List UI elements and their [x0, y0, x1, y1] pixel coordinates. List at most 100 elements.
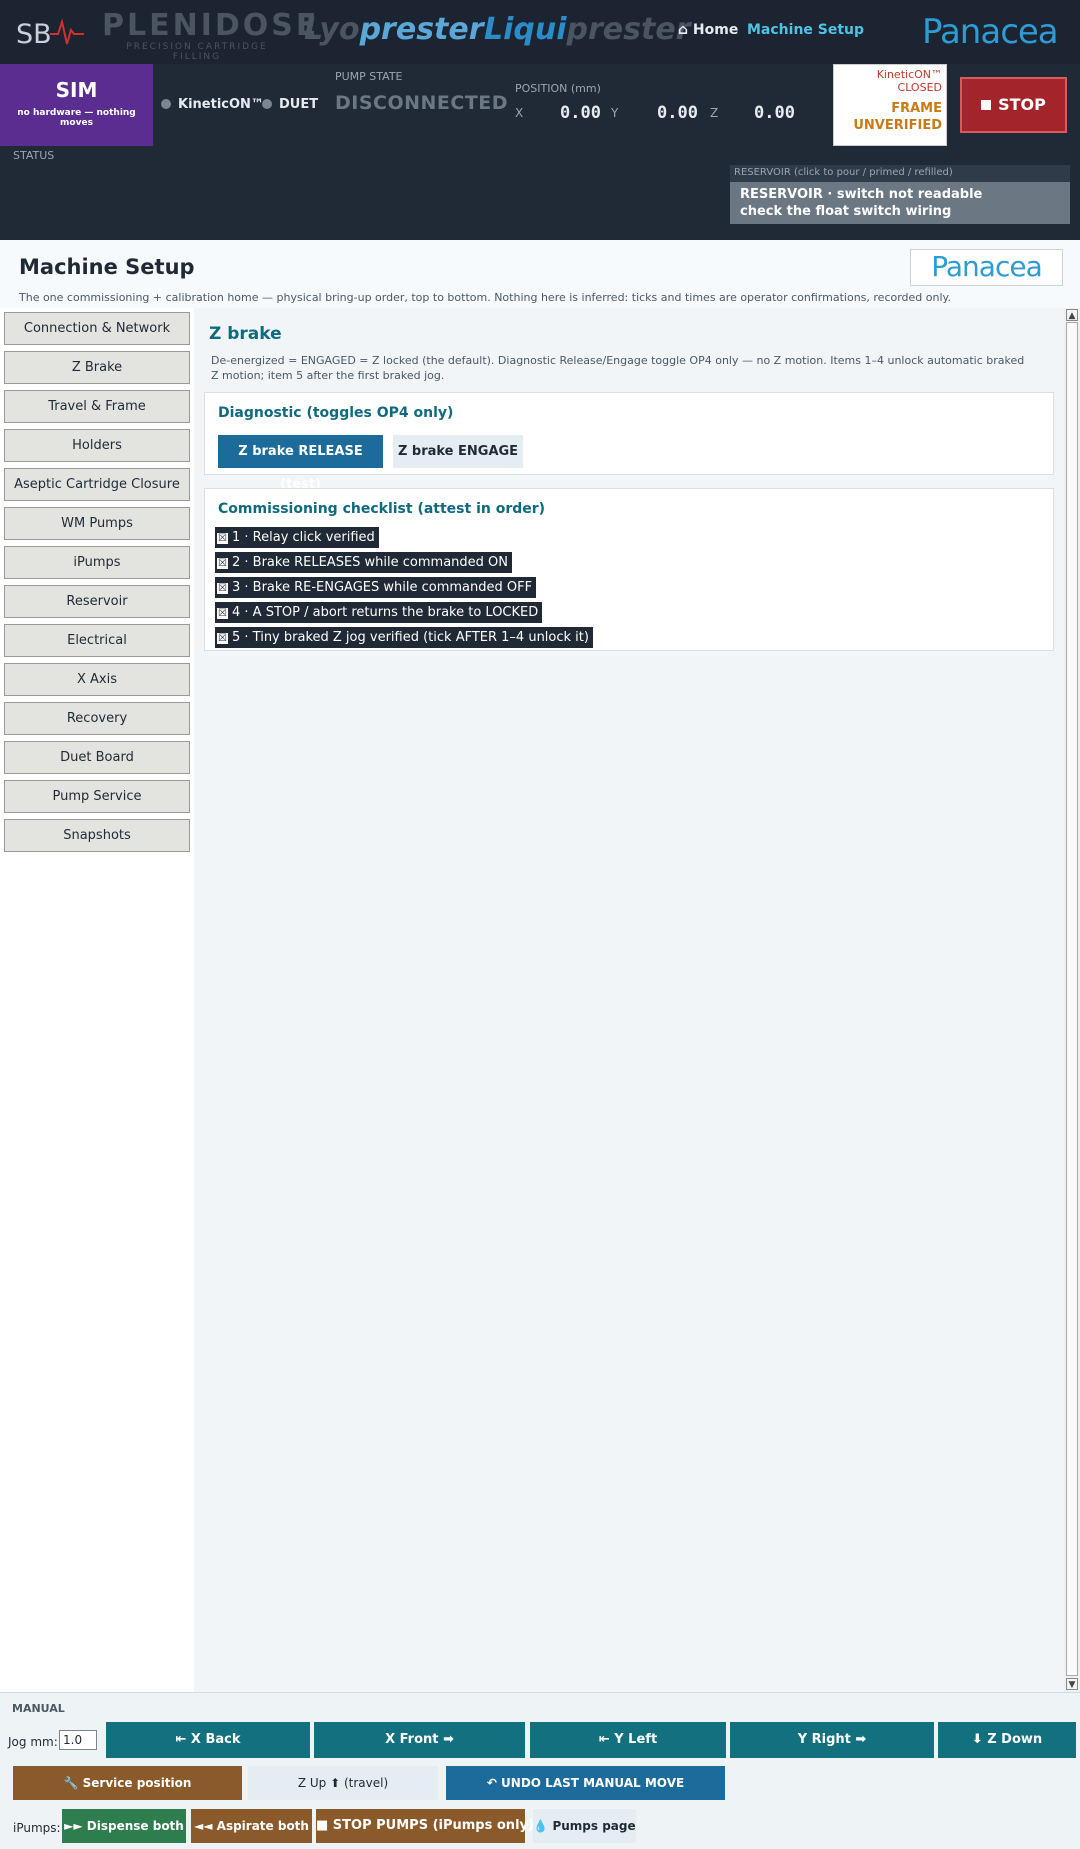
lyo-part: Lyo [304, 12, 360, 47]
position-label: POSITION (mm) [515, 82, 601, 95]
checklist-item-3[interactable]: ☒ 3 · Brake RE-ENGAGES while commanded OF… [215, 577, 537, 598]
diagnostic-title: Diagnostic (toggles OP4 only) [218, 405, 454, 421]
z-position-value: 0.00 [754, 103, 795, 123]
reservoir-line-2: check the float switch wiring [740, 204, 952, 219]
sidebar: Connection & Network Z Brake Travel & Fr… [0, 308, 194, 1692]
z-up-travel-button[interactable]: Z Up ⬆ (travel) [248, 1766, 438, 1800]
top-bar: SB PLENIDOSE PRECISION CARTRIDGE FILLING… [0, 0, 1080, 64]
kineticon-label: KineticON™ [178, 97, 264, 112]
status-band: SIM no hardware — nothing moves KineticO… [0, 64, 1080, 240]
sb-logo-icon: SB [16, 18, 84, 50]
x-back-button[interactable]: ⇤ X Back [106, 1722, 310, 1758]
checkbox-checked-icon: ☒ [217, 533, 228, 544]
pumps-page-button[interactable]: 💧 Pumps page [533, 1809, 636, 1843]
checklist-item-label: 4 · A STOP / abort returns the brake to … [232, 605, 539, 620]
nav-machine-setup-link[interactable]: Machine Setup [747, 22, 864, 38]
status-label: STATUS [13, 149, 55, 162]
page-description: The one commissioning + calibration home… [19, 291, 951, 304]
panacea-logo: Panacea [922, 12, 1059, 52]
jog-mm-label: Jog mm: [8, 1735, 58, 1749]
checklist-item-5[interactable]: ☒ 5 · Tiny braked Z jog verified (tick AF… [215, 627, 593, 648]
sidebar-item-pump-service[interactable]: Pump Service [4, 780, 190, 813]
sidebar-item-z-brake[interactable]: Z Brake [4, 351, 190, 384]
checklist-item-label: 2 · Brake RELEASES while commanded ON [232, 555, 508, 570]
z-down-button[interactable]: ⬇ Z Down [938, 1722, 1076, 1758]
plenidose-word: PLENIDOSE [102, 8, 320, 43]
kineticon-closed-text: KineticON™ CLOSED [876, 68, 942, 94]
reservoir-status-button[interactable]: RESERVOIR · switch not readable check th… [730, 182, 1070, 224]
duet-label: DUET [279, 97, 319, 112]
liqui-part: Liqui [484, 12, 567, 47]
reservoir-header: RESERVOIR (click to pour / primed / refi… [730, 165, 1070, 182]
plenidose-tagline: PRECISION CARTRIDGE FILLING [126, 42, 268, 62]
sidebar-item-electrical[interactable]: Electrical [4, 624, 190, 657]
y-right-button[interactable]: Y Right ➡ [730, 1722, 934, 1758]
y-position-value: 0.00 [657, 103, 698, 123]
sidebar-item-travel-frame[interactable]: Travel & Frame [4, 390, 190, 423]
manual-label: MANUAL [12, 1702, 65, 1715]
sidebar-item-wm-pumps[interactable]: WM Pumps [4, 507, 190, 540]
checklist-item-1[interactable]: ☒ 1 · Relay click verified [215, 527, 379, 548]
sidebar-item-holders[interactable]: Holders [4, 429, 190, 462]
sim-title: SIM [55, 78, 98, 102]
frame-text: FRAME [891, 101, 942, 116]
sb-logo-text: SB [16, 19, 52, 50]
sidebar-item-x-axis[interactable]: X Axis [4, 663, 190, 696]
x-position-value: 0.00 [560, 103, 601, 123]
sidebar-item-duet-board[interactable]: Duet Board [4, 741, 190, 774]
stop-button[interactable]: STOP [960, 77, 1067, 133]
kineticon-frame-status: KineticON™ CLOSED FRAME UNVERIFIED [833, 64, 947, 146]
pump-state-value: DISCONNECTED [335, 92, 509, 114]
sidebar-item-snapshots[interactable]: Snapshots [4, 819, 190, 852]
sidebar-item-recovery[interactable]: Recovery [4, 702, 190, 735]
z-brake-engage-button[interactable]: Z brake ENGAGE [393, 435, 523, 468]
unverified-text: UNVERIFIED [853, 118, 942, 133]
kineticon-status-dot-icon [161, 99, 171, 109]
sidebar-item-connection-network[interactable]: Connection & Network [4, 312, 190, 345]
x-front-button[interactable]: X Front ➡ [314, 1722, 525, 1758]
z-brake-release-button[interactable]: Z brake RELEASE (test) [218, 435, 383, 492]
scrollbar-thumb[interactable] [1066, 322, 1078, 1676]
sidebar-item-ipumps[interactable]: iPumps [4, 546, 190, 579]
checklist-item-2[interactable]: ☒ 2 · Brake RELEASES while commanded ON [215, 552, 512, 573]
panacea-brand-box: Panacea [910, 249, 1063, 286]
lyoprester-logo: Lyoprester [304, 12, 484, 47]
lyo-prester-part: prester [359, 12, 484, 47]
sim-mode-badge[interactable]: SIM no hardware — nothing moves [0, 64, 153, 146]
stop-pumps-button[interactable]: ■ STOP PUMPS (iPumps only) [316, 1809, 534, 1843]
page-header: Machine Setup Panacea The one commission… [0, 240, 1080, 308]
stop-label: STOP [998, 95, 1046, 114]
main-content: Z brake De-energized = ENGAGED = Z locke… [194, 308, 1064, 1692]
sim-subtitle: no hardware — nothing moves [17, 108, 136, 128]
manual-control-bar: MANUAL Jog mm: ⇤ X Back X Front ➡ ⇤ Y Le… [0, 1692, 1080, 1849]
checkbox-checked-icon: ☒ [217, 608, 228, 619]
main-scrollbar[interactable]: ▲ ▼ [1064, 308, 1080, 1692]
reservoir-line-1: RESERVOIR · switch not readable [740, 187, 983, 202]
sidebar-item-aseptic-cartridge-closure[interactable]: Aseptic Cartridge Closure [4, 468, 190, 501]
dispense-both-button[interactable]: ►► Dispense both [62, 1809, 186, 1843]
x-axis-label: X [515, 106, 524, 120]
ipumps-label: iPumps: [13, 1821, 61, 1835]
jog-mm-input[interactable] [59, 1730, 97, 1750]
duet-indicator: DUET [262, 97, 318, 112]
kineticon-indicator: KineticON™ [161, 97, 264, 112]
z-axis-label: Z [710, 106, 719, 120]
duet-status-dot-icon [262, 99, 272, 109]
pump-state-label: PUMP STATE [335, 70, 403, 83]
checkbox-checked-icon: ☒ [217, 633, 228, 644]
commissioning-checklist-card: Commissioning checklist (attest in order… [204, 488, 1054, 651]
y-left-button[interactable]: ⇤ Y Left [530, 1722, 726, 1758]
sidebar-item-reservoir[interactable]: Reservoir [4, 585, 190, 618]
scroll-up-arrow-icon[interactable]: ▲ [1066, 309, 1078, 321]
checklist-item-4[interactable]: ☒ 4 · A STOP / abort returns the brake to… [215, 602, 543, 623]
service-position-button[interactable]: 🔧 Service position [13, 1766, 242, 1800]
stop-square-icon [981, 100, 992, 110]
liqui-prester-part: prester [566, 12, 691, 47]
aspirate-both-button[interactable]: ◄◄ Aspirate both [191, 1809, 312, 1843]
checklist-item-label: 5 · Tiny braked Z jog verified (tick AFT… [232, 630, 589, 645]
checklist-item-label: 1 · Relay click verified [232, 530, 375, 545]
page-title: Machine Setup [19, 255, 195, 279]
undo-last-move-button[interactable]: ↶ UNDO LAST MANUAL MOVE [446, 1766, 725, 1800]
scroll-down-arrow-icon[interactable]: ▼ [1066, 1678, 1078, 1690]
nav-home-link[interactable]: ⌂ Home [678, 22, 738, 38]
